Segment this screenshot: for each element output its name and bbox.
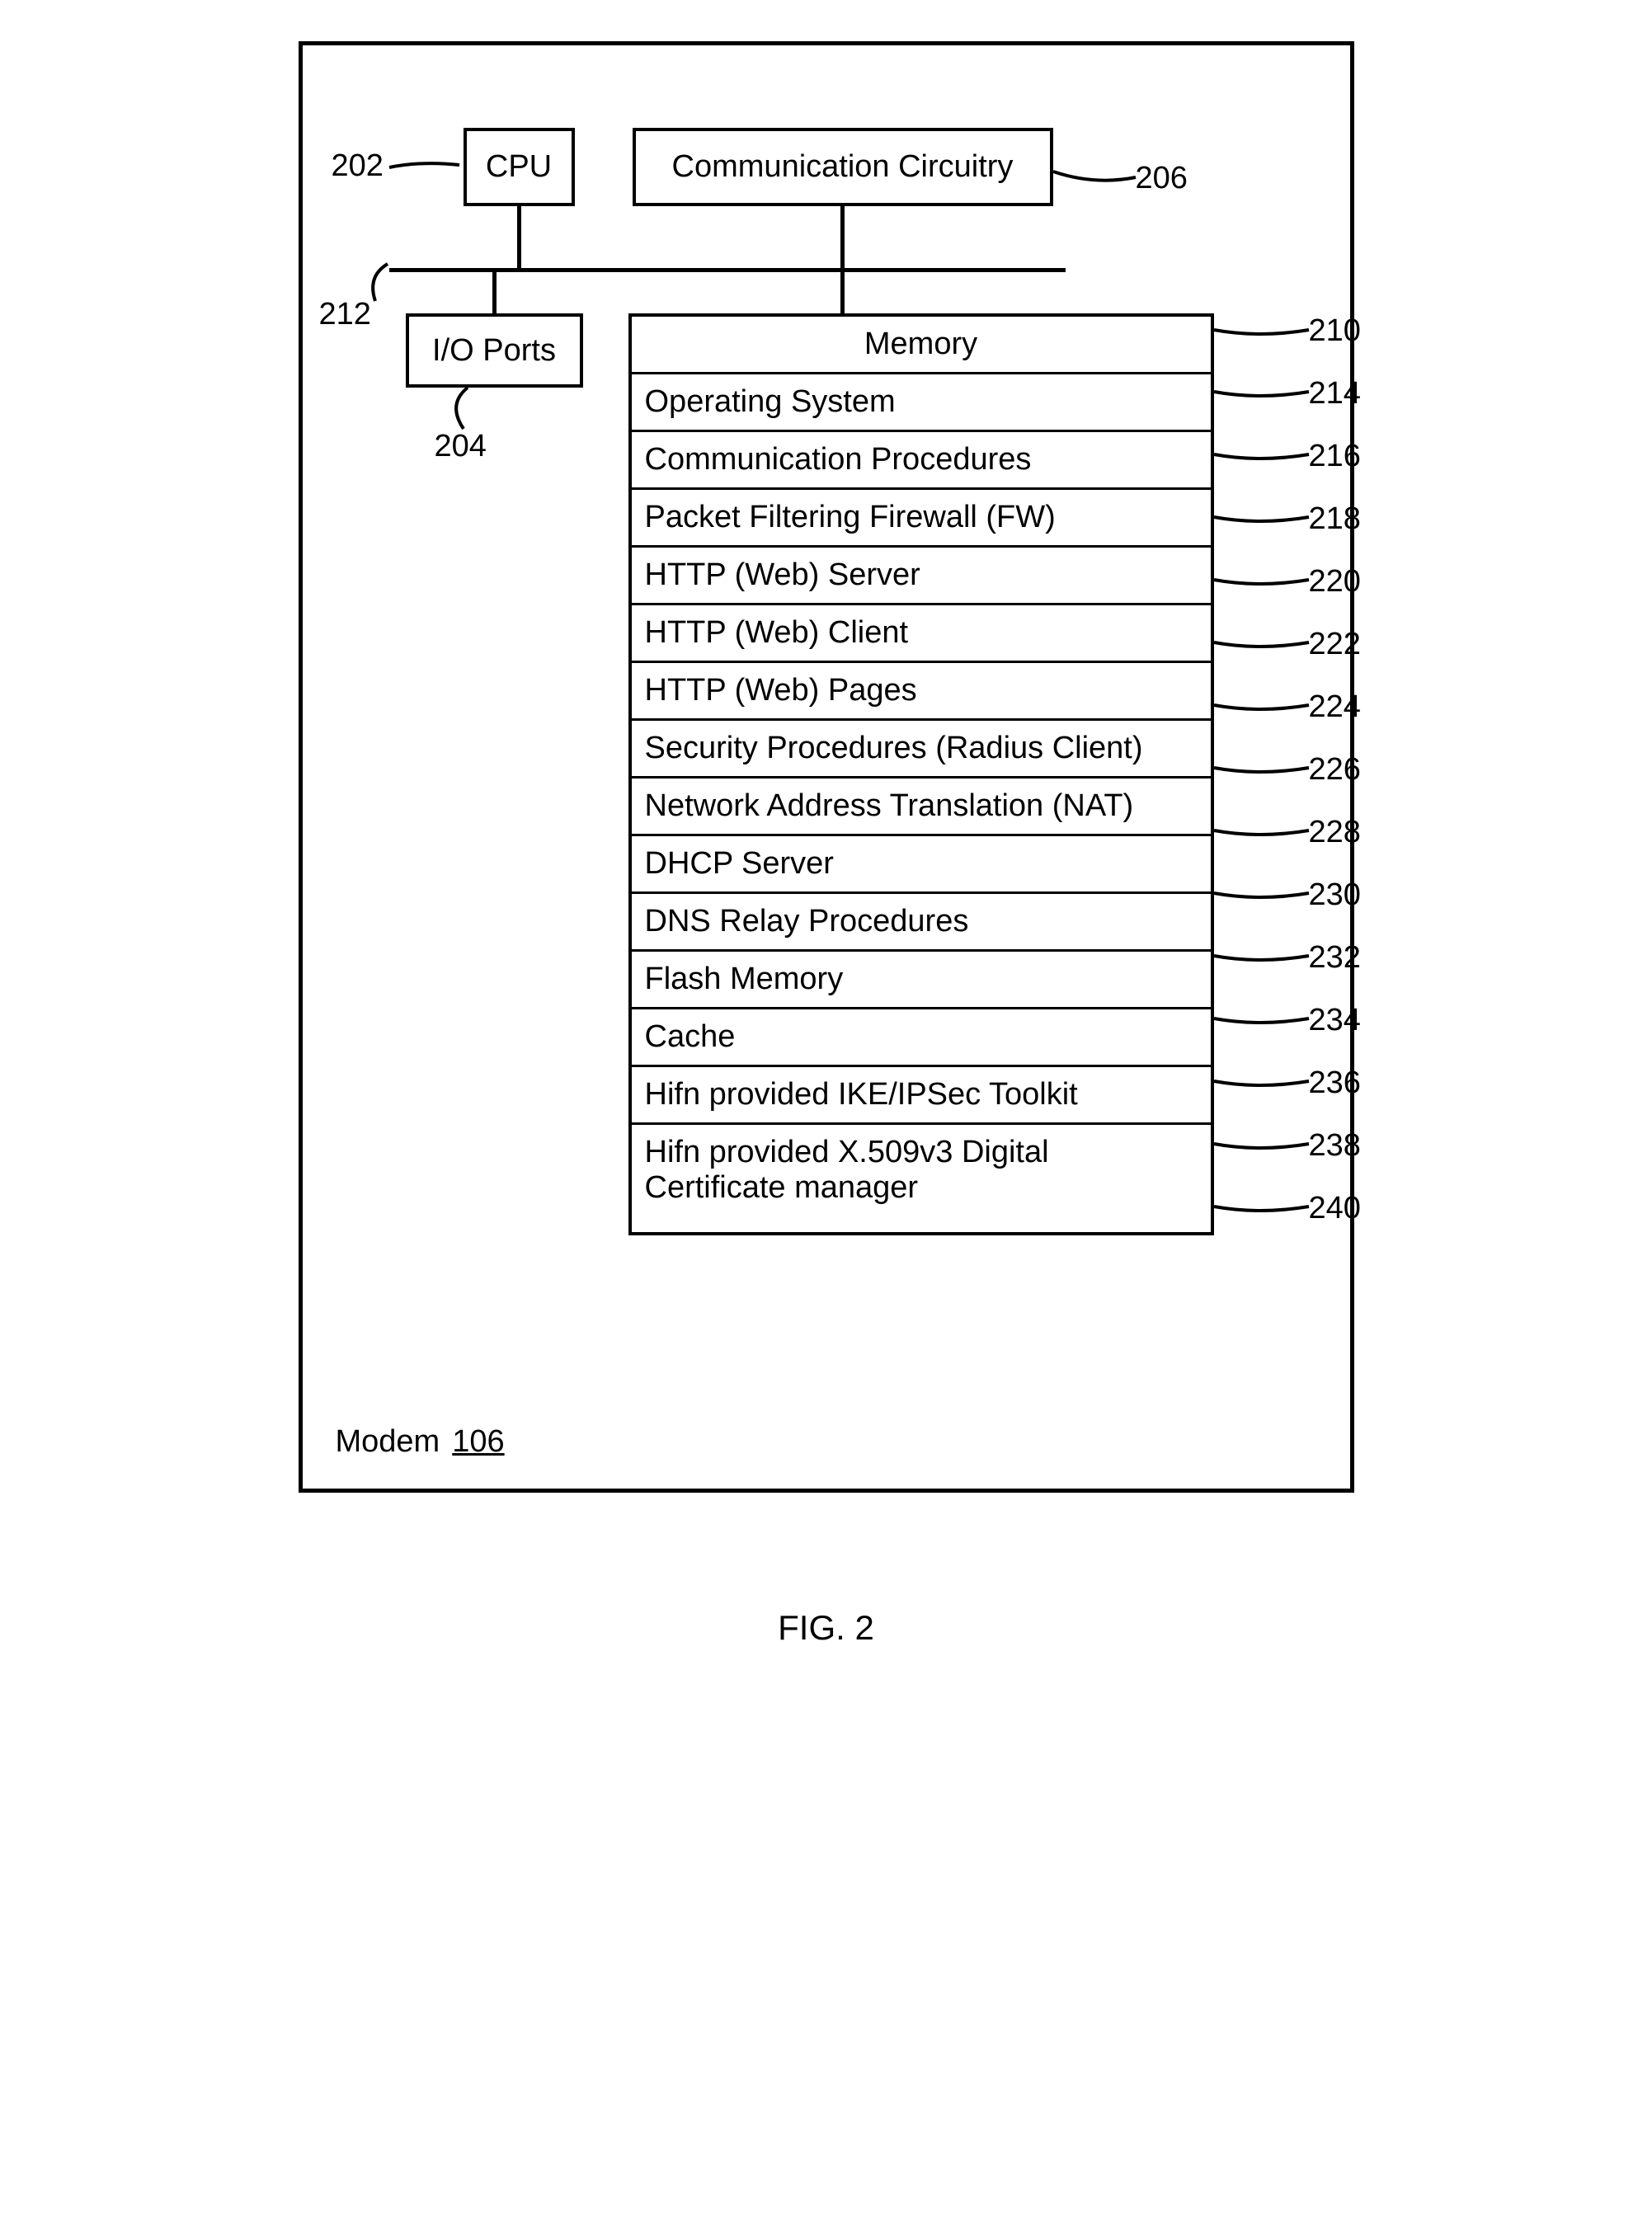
memory-block: Memory Operating System Communication Pr…	[628, 313, 1214, 1235]
callout-line	[371, 264, 404, 301]
memory-row: HTTP (Web) Client	[632, 605, 1211, 663]
memory-row: DHCP Server	[632, 836, 1211, 894]
callout-line	[1214, 388, 1309, 400]
comm-label: Communication Circuitry	[672, 149, 1014, 185]
memory-row: Hifn provided X.509v3 Digital Certificat…	[632, 1125, 1211, 1232]
memory-row: Network Address Translation (NAT)	[632, 779, 1211, 836]
ref-mem-13: 240	[1309, 1191, 1361, 1226]
callout-line	[1214, 1140, 1309, 1152]
memory-connector	[840, 272, 845, 313]
callout-line	[1053, 165, 1136, 186]
callout-line	[1214, 326, 1309, 338]
memory-row: Cache	[632, 1009, 1211, 1067]
memory-row: Flash Memory	[632, 952, 1211, 1009]
ref-mem-6: 226	[1309, 752, 1361, 788]
memory-row: HTTP (Web) Pages	[632, 663, 1211, 721]
callout-line	[1214, 889, 1309, 901]
callout-line	[389, 161, 459, 173]
memory-row: Security Procedures (Radius Client)	[632, 721, 1211, 779]
ref-mem-4: 222	[1309, 627, 1361, 662]
callout-line	[1214, 638, 1309, 651]
cpu-connector	[517, 206, 521, 268]
memory-row: Operating System	[632, 374, 1211, 432]
io-block: I/O Ports	[406, 313, 583, 388]
diagram: CPU Communication Circuitry I/O Ports Me…	[249, 33, 1404, 1583]
callout-line	[1214, 450, 1309, 463]
ref-mem-8: 230	[1309, 877, 1361, 913]
ref-cpu: 202	[332, 148, 384, 184]
memory-row: HTTP (Web) Server	[632, 548, 1211, 605]
ref-mem-10: 234	[1309, 1003, 1361, 1038]
ref-io: 204	[435, 429, 487, 464]
ref-bus: 212	[319, 297, 371, 332]
cpu-label: CPU	[486, 149, 552, 185]
callout-line	[1214, 826, 1309, 839]
bus-line	[389, 268, 1066, 272]
memory-row: Hifn provided IKE/IPSec Toolkit	[632, 1067, 1211, 1125]
memory-row: Packet Filtering Firewall (FW)	[632, 490, 1211, 548]
io-connector	[492, 272, 497, 313]
callout-line	[1214, 701, 1309, 713]
callout-line	[1214, 1202, 1309, 1215]
callout-line	[1214, 1014, 1309, 1027]
callout-line	[1214, 952, 1309, 964]
ref-mem-1: 216	[1309, 439, 1361, 474]
ref-mem-2: 218	[1309, 501, 1361, 537]
memory-title: Memory	[632, 317, 1211, 374]
ref-memory: 210	[1309, 313, 1361, 349]
ref-mem-0: 214	[1309, 376, 1361, 412]
memory-row: DNS Relay Procedures	[632, 894, 1211, 952]
ref-mem-7: 228	[1309, 815, 1361, 850]
figure-label: FIG. 2	[33, 1608, 1619, 1648]
ref-comm: 206	[1136, 161, 1188, 196]
callout-line	[1214, 764, 1309, 776]
ref-mem-12: 238	[1309, 1128, 1361, 1164]
comm-block: Communication Circuitry	[633, 128, 1053, 206]
callout-line	[451, 388, 488, 429]
callout-line	[1214, 513, 1309, 525]
modem-box: CPU Communication Circuitry I/O Ports Me…	[299, 41, 1354, 1493]
comm-connector	[840, 206, 845, 268]
ref-mem-9: 232	[1309, 940, 1361, 976]
io-label: I/O Ports	[432, 333, 556, 369]
ref-mem-3: 220	[1309, 564, 1361, 600]
cpu-block: CPU	[464, 128, 575, 206]
callout-line	[1214, 1077, 1309, 1089]
memory-row: Communication Procedures	[632, 432, 1211, 490]
ref-mem-11: 236	[1309, 1065, 1361, 1101]
modem-label: Modem106	[336, 1424, 505, 1460]
ref-mem-5: 224	[1309, 689, 1361, 725]
callout-line	[1214, 576, 1309, 588]
